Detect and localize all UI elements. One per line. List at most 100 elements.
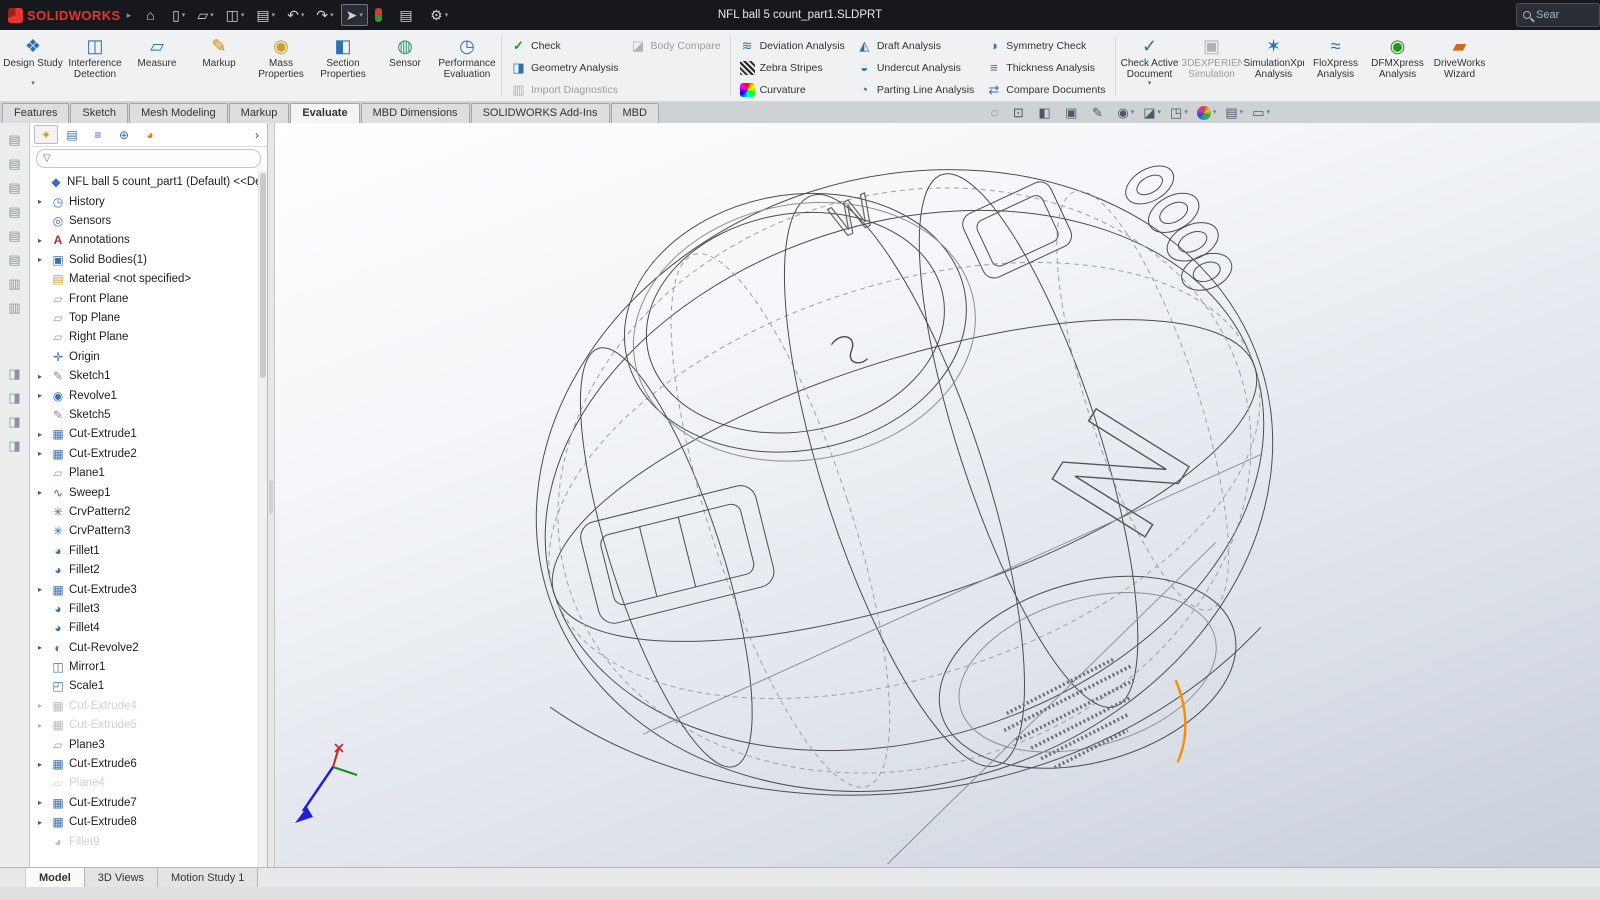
- tree-item[interactable]: ▸ ✎ Sketch5: [30, 405, 267, 424]
- tree-item[interactable]: ▸ ✳ CrvPattern3: [30, 522, 267, 541]
- heads-up-button[interactable]: ▭ ▾: [1252, 105, 1270, 121]
- tree-item[interactable]: ▸ ▦ Cut-Extrude2: [30, 444, 267, 463]
- tree-item[interactable]: ▸ ▦ Cut-Extrude6: [30, 754, 267, 773]
- tree-item[interactable]: ▸ ▱ Front Plane: [30, 289, 267, 308]
- ribbon-button[interactable]: ✓ Check Active Document ▾: [1119, 32, 1181, 98]
- expand-arrow-icon[interactable]: ▸: [38, 818, 50, 827]
- expand-arrow-icon[interactable]: ▸: [38, 760, 50, 769]
- tree-item[interactable]: ▸ ✎ Sketch1: [30, 367, 267, 386]
- ribbon-button[interactable]: ◑ Symmetry Check: [980, 35, 1111, 56]
- ribbon-button[interactable]: Curvature: [734, 79, 851, 100]
- quick-access-button[interactable]: ▾: [370, 4, 393, 26]
- command-tab[interactable]: MBD Dimensions: [361, 103, 470, 123]
- ribbon-button[interactable]: ◭ Draft Analysis: [851, 35, 980, 56]
- ribbon-button[interactable]: ▣ 3DEXPERIENCE Simulation Connector ▾: [1181, 32, 1243, 98]
- tree-item[interactable]: ▸ ◕ Fillet4: [30, 619, 267, 638]
- command-tab[interactable]: MBD: [611, 103, 659, 123]
- expand-arrow-icon[interactable]: ▸: [38, 197, 50, 206]
- ribbon-button[interactable]: Zebra Stripes: [734, 57, 851, 78]
- ribbon-button[interactable]: ◉ DFMXpress Analysis Wizard ▾: [1367, 32, 1429, 98]
- panel-splitter[interactable]: [268, 123, 275, 867]
- ribbon-button[interactable]: ❖ Design Study ▾: [2, 32, 64, 98]
- tree-scrollbar-thumb[interactable]: [260, 173, 266, 378]
- tree-item[interactable]: ▸ ▦ Cut-Extrude3: [30, 580, 267, 599]
- ribbon-button[interactable]: ◍ Sensor ▾: [374, 32, 436, 98]
- quick-access-button[interactable]: ↶ ▾: [282, 4, 309, 26]
- tree-item[interactable]: ▸ ◕ Fillet9: [30, 832, 267, 851]
- tree-item[interactable]: ▸ ▣ Solid Bodies(1): [30, 250, 267, 269]
- left-strip-button[interactable]: ▥: [5, 299, 25, 316]
- left-strip-button[interactable]: ▤: [5, 251, 25, 268]
- ribbon-button[interactable]: ◷ Performance Evaluation ▾: [436, 32, 498, 98]
- expand-arrow-icon[interactable]: ▸: [38, 721, 50, 730]
- quick-access-button[interactable]: ↷ ▾: [311, 4, 338, 26]
- view-tab[interactable]: Motion Study 1: [158, 868, 258, 887]
- model-wireframe[interactable]: N W: [275, 123, 1600, 867]
- left-strip-button[interactable]: ▥: [5, 275, 25, 292]
- ribbon-button[interactable]: ◨ Geometry Analysis: [505, 57, 625, 78]
- manager-tab[interactable]: ◕: [138, 125, 162, 144]
- menu-expand-arrow-icon[interactable]: ▸: [127, 10, 132, 21]
- tree-item[interactable]: ▸ ▦ Cut-Extrude1: [30, 425, 267, 444]
- heads-up-button[interactable]: ◪ ▾: [1143, 105, 1161, 121]
- tree-item[interactable]: ▸ ▱ Plane1: [30, 463, 267, 482]
- view-tab[interactable]: Model: [26, 868, 85, 887]
- tree-item[interactable]: ▸ ▱ Plane3: [30, 735, 267, 754]
- command-tab[interactable]: Features: [2, 103, 69, 123]
- tree-root-item[interactable]: ◆ NFL ball 5 count_part1 (Default) <<De: [30, 172, 267, 192]
- ribbon-button[interactable]: ▥ Import Diagnostics: [505, 79, 625, 100]
- left-strip-button[interactable]: ◨: [5, 389, 25, 406]
- ribbon-button[interactable]: ◪ Body Compare: [625, 35, 727, 56]
- tree-item[interactable]: ▸ ∿ Sweep1: [30, 483, 267, 502]
- tree-item[interactable]: ▸ ▱ Plane4: [30, 774, 267, 793]
- ribbon-button[interactable]: ◫ Interference Detection ▾: [64, 32, 126, 98]
- expand-arrow-icon[interactable]: ▸: [38, 701, 50, 710]
- tree-item[interactable]: ▸ ◫ Mirror1: [30, 657, 267, 676]
- heads-up-button[interactable]: ▣ ▾: [1065, 105, 1083, 121]
- heads-up-button[interactable]: ◉ ▾: [1117, 105, 1134, 121]
- expand-arrow-icon[interactable]: ▸: [38, 236, 50, 245]
- tree-item[interactable]: ▸ ◕ Fillet2: [30, 560, 267, 579]
- expand-arrow-icon[interactable]: ▸: [38, 391, 50, 400]
- quick-access-button[interactable]: ➤ ▾: [341, 4, 368, 26]
- ribbon-button[interactable]: ◧ Section Properties ▾: [312, 32, 374, 98]
- tree-item[interactable]: ▸ ▦ Cut-Extrude4: [30, 696, 267, 715]
- ribbon-button[interactable]: ✶ SimulationXpress Analysis Wizard ▾: [1243, 32, 1305, 98]
- tree-item[interactable]: ▸ ◕ Fillet1: [30, 541, 267, 560]
- ribbon-button[interactable]: ≡ Thickness Analysis: [980, 57, 1111, 78]
- quick-access-button[interactable]: ▯ ▾: [167, 4, 190, 26]
- ribbon-button[interactable]: ≋ Deviation Analysis: [734, 35, 851, 56]
- left-strip-button[interactable]: ▤: [5, 227, 25, 244]
- heads-up-button[interactable]: ⊡ ▾: [1013, 105, 1029, 121]
- tree-item[interactable]: ▸ ◷ History: [30, 192, 267, 211]
- expand-arrow-icon[interactable]: ▸: [38, 430, 50, 439]
- tree-item[interactable]: ▸ ▦ Cut-Extrude5: [30, 716, 267, 735]
- ribbon-button[interactable]: ⇄ Compare Documents: [980, 79, 1111, 100]
- heads-up-button[interactable]: ◧ ▾: [1038, 105, 1056, 121]
- expand-arrow-icon[interactable]: ▸: [38, 488, 50, 497]
- left-strip-button[interactable]: ◨: [5, 365, 25, 382]
- expand-arrow-icon[interactable]: ▸: [38, 449, 50, 458]
- quick-access-button[interactable]: ▤ ▾: [251, 4, 280, 26]
- manager-tab[interactable]: ≡: [86, 125, 110, 144]
- ribbon-button[interactable]: ◉ Mass Properties ▾: [250, 32, 312, 98]
- quick-access-button[interactable]: ▤ ▾: [394, 4, 423, 26]
- tree-item[interactable]: ▸ ◰ Scale1: [30, 677, 267, 696]
- tree-item[interactable]: ▸ ◉ Revolve1: [30, 386, 267, 405]
- search-box[interactable]: Sear: [1516, 3, 1600, 27]
- left-strip-button[interactable]: ▤: [5, 203, 25, 220]
- expand-arrow-icon[interactable]: ▸: [38, 585, 50, 594]
- left-strip-button[interactable]: ▤: [5, 179, 25, 196]
- view-tab[interactable]: 3D Views: [85, 868, 158, 887]
- expand-arrow-icon[interactable]: ▸: [38, 643, 50, 652]
- tree-item[interactable]: ▸ ▱ Right Plane: [30, 328, 267, 347]
- panel-expand-chevron-icon[interactable]: ›: [251, 128, 263, 142]
- tree-item[interactable]: ▸ ◕ Fillet3: [30, 599, 267, 618]
- manager-tab[interactable]: ✦: [34, 125, 58, 144]
- tree-item[interactable]: ▸ ▱ Top Plane: [30, 308, 267, 327]
- highlighted-edge[interactable]: [1176, 680, 1186, 762]
- ribbon-button[interactable]: ◒ Undercut Analysis: [851, 57, 980, 78]
- expand-arrow-icon[interactable]: ▸: [38, 255, 50, 264]
- ribbon-button[interactable]: ▱ Measure ▾: [126, 32, 188, 98]
- ribbon-button[interactable]: ≈ FloXpress Analysis Wizard ▾: [1305, 32, 1367, 98]
